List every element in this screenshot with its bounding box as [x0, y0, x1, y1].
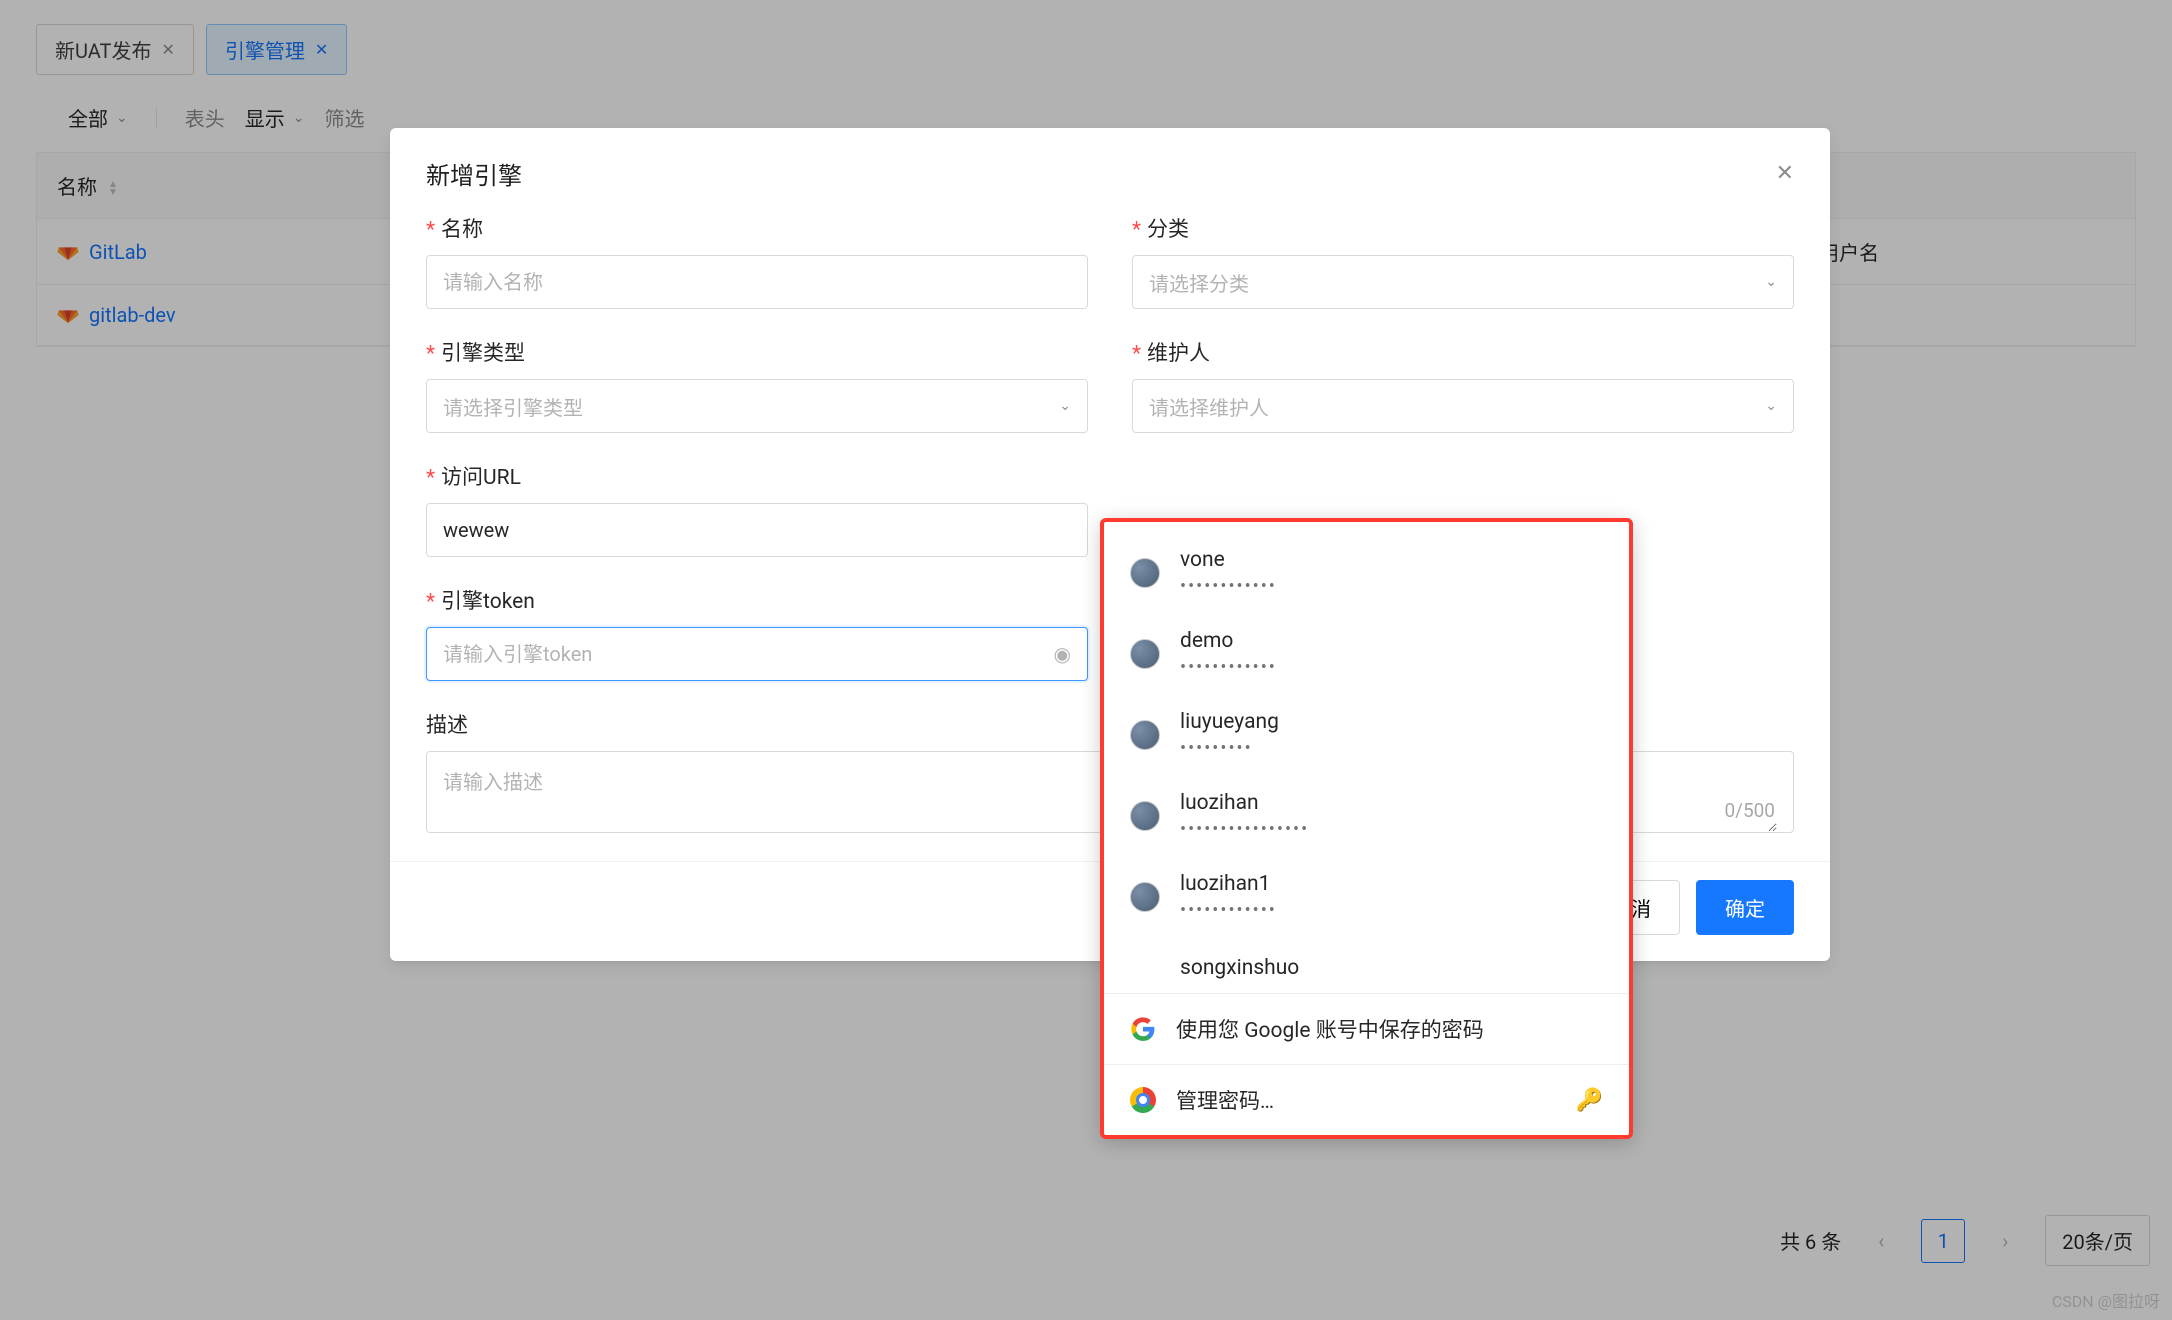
- site-icon: [1130, 801, 1160, 831]
- label-category: 分类: [1132, 213, 1794, 243]
- field-category: 分类 请选择分类 ⌄: [1132, 213, 1794, 309]
- close-icon[interactable]: ✕: [1776, 161, 1794, 186]
- input-name-wrap[interactable]: [426, 255, 1088, 309]
- eye-icon[interactable]: ◉: [1054, 642, 1071, 666]
- label-maintainer: 维护人: [1132, 337, 1794, 367]
- autofill-item[interactable]: luozihan ••••••••••••••••: [1104, 775, 1629, 856]
- modal-title: 新增引擎: [426, 156, 522, 191]
- input-name[interactable]: [443, 270, 1071, 294]
- use-google-passwords[interactable]: 使用您 Google 账号中保存的密码: [1104, 993, 1629, 1064]
- label-token: 引擎token: [426, 585, 1088, 615]
- select-maintainer[interactable]: 请选择维护人 ⌄: [1132, 379, 1794, 433]
- site-icon: [1130, 639, 1160, 669]
- autofill-item[interactable]: luozihan1 ••••••••••••: [1104, 856, 1629, 937]
- key-icon: 🔑: [1576, 1088, 1603, 1113]
- input-url[interactable]: [443, 518, 1071, 542]
- manage-passwords[interactable]: 管理密码… 🔑: [1104, 1064, 1629, 1135]
- chevron-down-icon: ⌄: [1765, 398, 1777, 414]
- field-url: 访问URL: [426, 461, 1088, 557]
- label-url: 访问URL: [426, 461, 1088, 491]
- label-engine-type: 引擎类型: [426, 337, 1088, 367]
- input-token[interactable]: [443, 642, 1054, 666]
- site-icon: [1130, 720, 1160, 750]
- autofill-item[interactable]: demo ••••••••••••: [1104, 613, 1629, 694]
- ok-button[interactable]: 确定: [1696, 880, 1794, 935]
- chevron-down-icon: ⌄: [1059, 398, 1071, 414]
- select-engine-type[interactable]: 请选择引擎类型 ⌄: [426, 379, 1088, 433]
- site-icon: [1130, 558, 1160, 588]
- input-token-wrap[interactable]: ◉: [426, 627, 1088, 681]
- chrome-icon: [1130, 1087, 1156, 1113]
- chevron-down-icon: ⌄: [1765, 274, 1777, 290]
- field-engine-type: 引擎类型 请选择引擎类型 ⌄: [426, 337, 1088, 433]
- autofill-item[interactable]: songxinshuo: [1104, 937, 1629, 983]
- input-url-wrap[interactable]: [426, 503, 1088, 557]
- field-token: 引擎token ◉: [426, 585, 1088, 681]
- field-maintainer: 维护人 请选择维护人 ⌄: [1132, 337, 1794, 433]
- autofill-item[interactable]: vone ••••••••••••: [1104, 532, 1629, 613]
- autofill-item[interactable]: liuyueyang •••••••••: [1104, 694, 1629, 775]
- google-icon: [1130, 1016, 1156, 1042]
- char-counter: 0/500: [1724, 799, 1775, 822]
- select-category[interactable]: 请选择分类 ⌄: [1132, 255, 1794, 309]
- field-name: 名称: [426, 213, 1088, 309]
- site-icon: [1130, 882, 1160, 912]
- password-autofill-dropdown: vone •••••••••••• demo •••••••••••• liuy…: [1100, 518, 1633, 1139]
- label-name: 名称: [426, 213, 1088, 243]
